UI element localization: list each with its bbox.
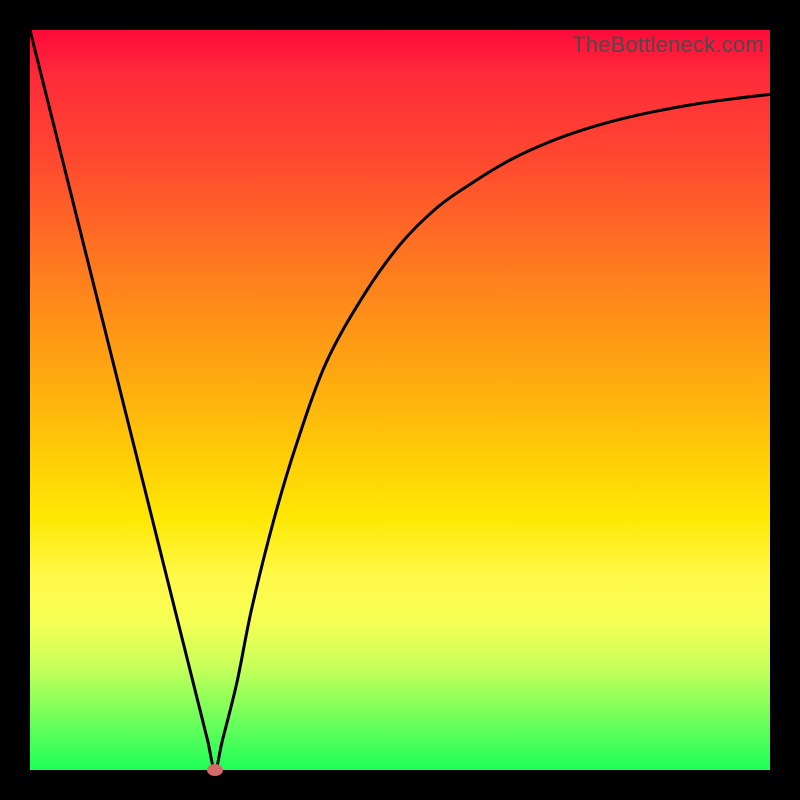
optimum-marker	[207, 764, 223, 776]
watermark-label: TheBottleneck.com	[572, 32, 764, 58]
plot-area: TheBottleneck.com	[30, 30, 770, 770]
bottleneck-curve	[30, 30, 770, 770]
chart-frame: TheBottleneck.com	[0, 0, 800, 800]
